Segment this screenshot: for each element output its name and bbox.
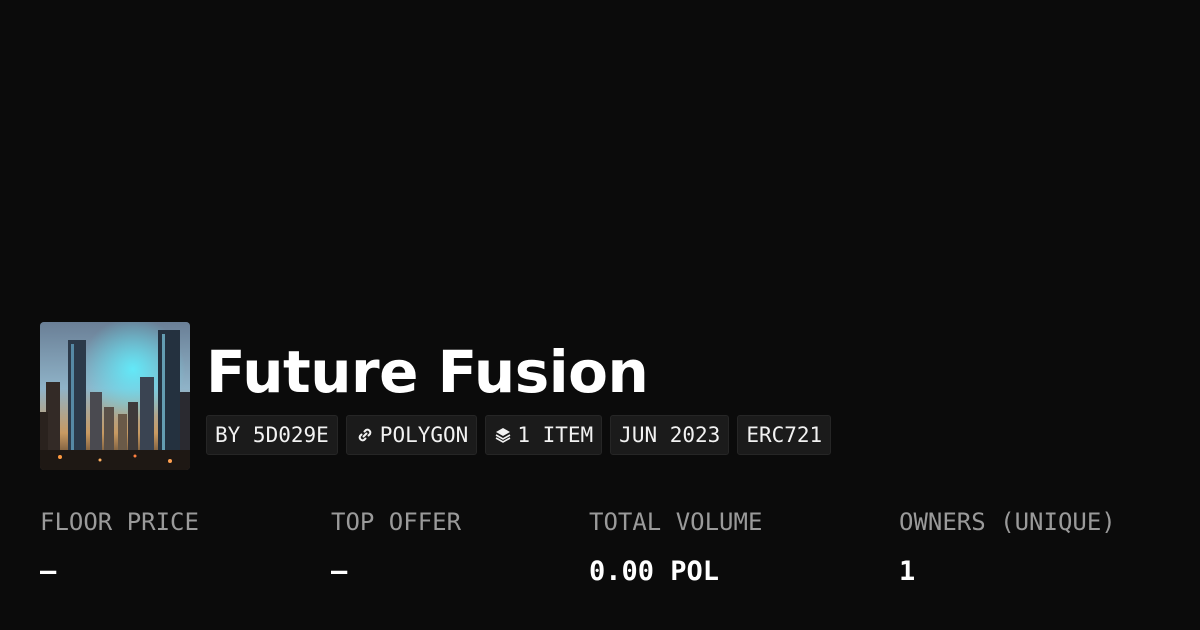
stat-label: OWNERS (UNIQUE) [899,508,1116,536]
stat-floor-price: FLOOR PRICE — [40,504,199,590]
chain-label: POLYGON [379,423,469,447]
token-standard-chip: ERC721 [737,415,832,455]
stat-label: FLOOR PRICE [40,508,199,536]
stat-value: 0.00 POL [589,556,720,587]
layers-icon [494,426,512,444]
created-date-chip: JUN 2023 [610,415,730,455]
link-icon [355,425,375,445]
creator-label: BY 5D029E [215,423,329,447]
collection-meta-chips: BY 5D029E POLYGON 1 ITEM JUN 2023 ERC721 [206,415,832,455]
collection-title: Future Fusion [206,338,649,406]
stat-label: TOP OFFER [331,508,462,536]
stat-total-volume: TOTAL VOLUME 0.00 POL [589,504,762,590]
stat-label: TOTAL VOLUME [589,508,763,536]
chain-chip[interactable]: POLYGON [345,415,478,455]
stat-value: — [331,556,348,587]
stat-value: — [40,556,57,587]
stat-value: 1 [899,556,916,587]
items-chip[interactable]: 1 ITEM [485,415,603,455]
stat-owners-unique: OWNERS (UNIQUE) 1 [899,504,1116,590]
collection-image [40,322,190,470]
created-date-label: JUN 2023 [619,423,721,447]
creator-chip[interactable]: BY 5D029E [206,415,338,455]
stat-top-offer: TOP OFFER — [331,504,461,590]
items-count-label: 1 ITEM [517,423,594,447]
city-skyline-image [40,322,190,470]
token-standard-label: ERC721 [746,423,823,447]
